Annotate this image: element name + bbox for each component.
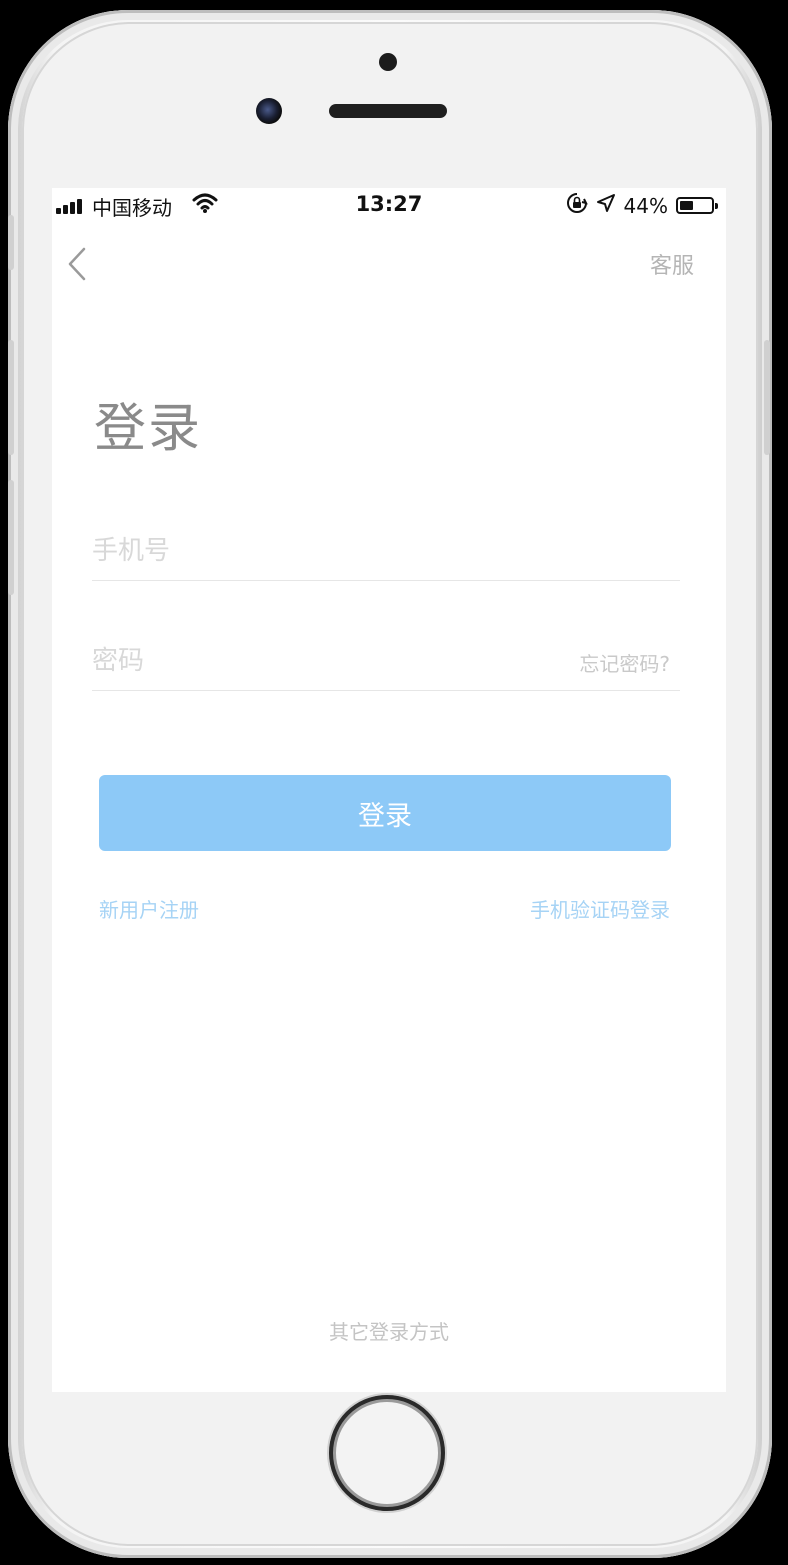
home-button[interactable] (329, 1395, 445, 1511)
power-button (764, 340, 770, 455)
password-field: 忘记密码? (92, 636, 680, 691)
battery-percent: 44% (623, 193, 668, 218)
phone-input[interactable] (92, 526, 512, 576)
app-screen: 中国移动 13:27 44% 客服 登录 手机号 忘记密码? 登录 新用户注册 … (52, 188, 726, 1392)
battery-icon (676, 197, 718, 214)
earpiece-speaker (329, 104, 447, 118)
login-button[interactable]: 登录 (99, 775, 671, 851)
customer-service-link[interactable]: 客服 (650, 248, 694, 280)
sms-login-link[interactable]: 手机验证码登录 (530, 894, 670, 923)
forgot-password-link[interactable]: 忘记密码? (579, 648, 670, 677)
status-right-group: 44% (566, 192, 718, 219)
register-link[interactable]: 新用户注册 (99, 894, 199, 923)
phone-field (92, 526, 680, 581)
volume-up-button (8, 340, 14, 455)
proximity-sensor (379, 53, 397, 71)
password-input[interactable] (92, 636, 512, 686)
rotation-lock-icon (566, 192, 588, 219)
battery-fill (680, 201, 693, 210)
mute-switch (8, 215, 14, 270)
location-icon (596, 193, 616, 218)
page-title: 登录 (94, 399, 203, 459)
front-camera (256, 98, 282, 124)
back-button[interactable] (62, 244, 92, 284)
volume-down-button (8, 480, 14, 595)
other-login-methods[interactable]: 其它登录方式 (52, 1316, 726, 1345)
status-bar: 中国移动 13:27 44% (52, 188, 726, 222)
chevron-left-icon (68, 247, 86, 281)
